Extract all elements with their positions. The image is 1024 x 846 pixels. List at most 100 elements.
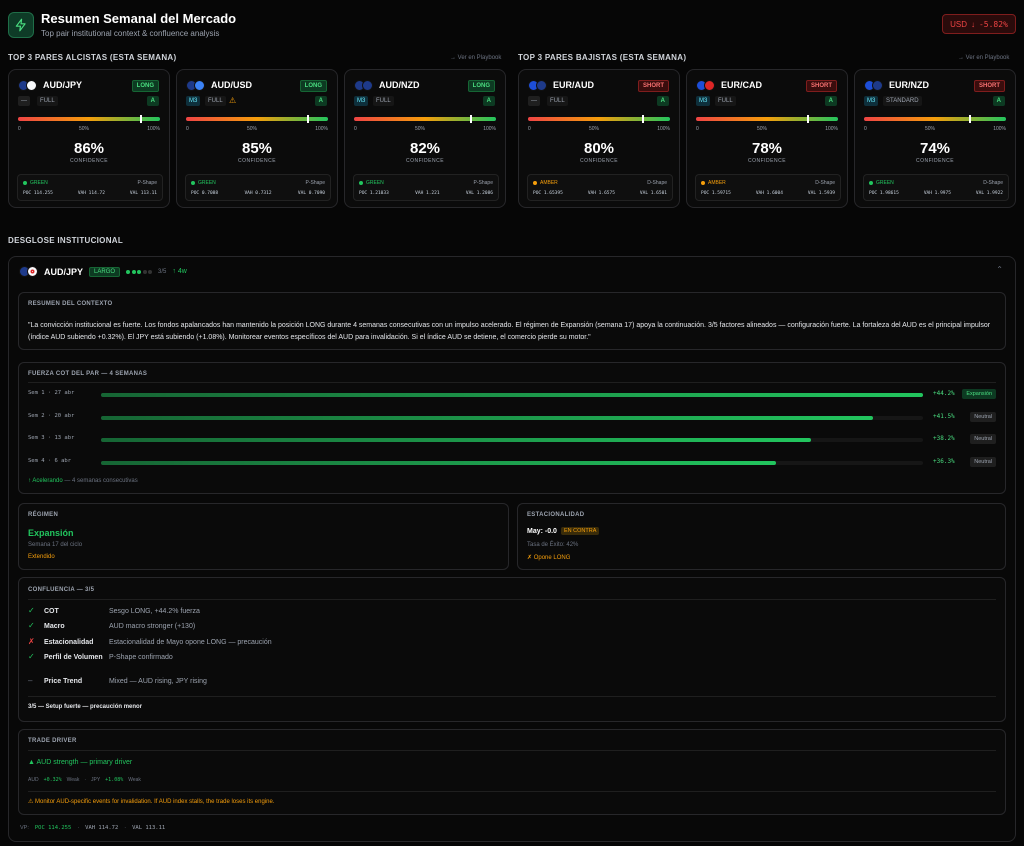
confidence-label: CONFIDENCE bbox=[405, 158, 445, 164]
vah-value: VAH 114.72 bbox=[77, 191, 105, 196]
flag-icon bbox=[704, 80, 715, 91]
confluence-desc: Estacionalidad de Mayo opone LONG — prec… bbox=[109, 639, 272, 646]
signal-label: GREEN bbox=[30, 180, 48, 186]
setup-type: FULL bbox=[205, 96, 226, 106]
chevron-up-icon[interactable]: ⌃ bbox=[996, 265, 1003, 274]
vah-value: VAH 1.9975 bbox=[923, 191, 951, 196]
driver-indices: AUD +0.32% Weak · JPY +1.08% Weak bbox=[28, 777, 141, 783]
direction-badge: LONG bbox=[467, 80, 495, 92]
poc-value: POC 1.98615 bbox=[869, 191, 899, 196]
institutional-header[interactable]: AUD/JPY LARGO 3/5 ↑ 4w bbox=[19, 266, 187, 277]
bar-ticks: 0 50% 100% bbox=[528, 126, 670, 132]
confidence-bar bbox=[864, 115, 1006, 123]
season-rate: Tasa de Éxito: 42% bbox=[527, 542, 579, 548]
confluence-factor: Estacionalidad bbox=[44, 639, 94, 646]
pair-card-aud-jpy[interactable]: AUD/JPY LONG — FULL A 0 50% 100% 86% CONFI… bbox=[8, 69, 170, 208]
profile-shape: P-Shape bbox=[473, 180, 493, 186]
confluence-desc: Mixed — AUD rising, JPY rising bbox=[109, 678, 207, 685]
jpy-key: JPY bbox=[91, 777, 101, 783]
usd-change: -5.82% bbox=[978, 19, 1008, 29]
inst-pair: AUD/JPY bbox=[44, 266, 84, 277]
pair-card-aud-usd[interactable]: AUD/USD LONG M3 FULL ⚠ A 0 50% 100% 85% CO… bbox=[176, 69, 338, 208]
confidence-value: 74% bbox=[919, 140, 951, 157]
volume-profile: AMBER D-Shape POC 1.59715 VAH 1.6004 VAL… bbox=[695, 174, 841, 201]
confluence-desc: AUD macro stronger (+130) bbox=[109, 623, 196, 630]
cot-value: +41.5% bbox=[933, 412, 955, 420]
volume-profile: GREEN P-Shape POC 0.7088 VAH 0.7312 VAL … bbox=[185, 174, 331, 201]
signal: GREEN bbox=[359, 180, 384, 186]
pair-card-eur-aud[interactable]: EUR/AUD SHORT — FULL A 0 50% 100% 80% CONF… bbox=[518, 69, 680, 208]
confidence-bar bbox=[18, 115, 160, 123]
header: Resumen Semanal del Mercado Top pair ins… bbox=[0, 0, 1024, 48]
regime-card: RÉGIMEN Expansión Semana 17 del ciclo Ex… bbox=[18, 503, 509, 570]
val-value: VAL 1.5939 bbox=[807, 191, 835, 196]
bar-ticks: 0 50% 100% bbox=[354, 126, 496, 132]
pair-card-aud-nzd[interactable]: AUD/NZD LONG M3 FULL A 0 50% 100% 82% CONF… bbox=[344, 69, 506, 208]
grade-badge: A bbox=[314, 96, 327, 106]
signal-dot-icon bbox=[701, 181, 705, 185]
dash-icon: – bbox=[28, 676, 33, 685]
confidence-label: CONFIDENCE bbox=[237, 158, 277, 164]
pair-card-eur-nzd[interactable]: EUR/NZD SHORT M3 STANDARD A 0 50% 100% 74%… bbox=[854, 69, 1016, 208]
levels: POC 1.65395 VAH 1.6575 VAL 1.6501 bbox=[533, 191, 667, 196]
pair-flags bbox=[186, 80, 205, 91]
val-value: VAL 1.2086 bbox=[465, 191, 493, 196]
bar-ticks: 0 50% 100% bbox=[18, 126, 160, 132]
pair-flags bbox=[19, 266, 38, 277]
poc-value: POC 114.255 bbox=[23, 191, 53, 196]
cot-week: Sem 2 · 20 abr bbox=[28, 412, 75, 419]
confluence-row: ✓ Macro AUD macro stronger (+130) bbox=[28, 621, 195, 632]
page-title: Resumen Semanal del Mercado bbox=[41, 11, 237, 26]
signal-dot-icon bbox=[869, 181, 873, 185]
season-label: ESTACIONALIDAD bbox=[527, 512, 585, 518]
volume-profile: GREEN P-Shape POC 1.21033 VAH 1.221 VAL … bbox=[353, 174, 499, 201]
vah-value: VAH 0.7312 bbox=[244, 191, 272, 196]
confluence-factor: Perfil de Volumen bbox=[44, 654, 103, 661]
inst-score: 3/5 bbox=[158, 268, 167, 275]
signal-label: GREEN bbox=[876, 180, 894, 186]
cot-state: Neutral bbox=[970, 411, 996, 422]
bullish-playbook-link[interactable]: → Ver en Playbook bbox=[450, 55, 501, 61]
confidence-bar bbox=[354, 115, 496, 123]
profile-shape: D-Shape bbox=[647, 180, 667, 186]
pair-flags bbox=[528, 80, 547, 91]
usd-badge[interactable]: USD ↓ -5.82% bbox=[942, 14, 1016, 34]
pair-card-eur-cad[interactable]: EUR/CAD SHORT M3 FULL A 0 50% 100% 78% CON… bbox=[686, 69, 848, 208]
check-icon: ✓ bbox=[28, 652, 35, 661]
season-opposes: ✗ Opone LONG bbox=[527, 555, 571, 561]
pair-name: AUD/JPY bbox=[43, 80, 83, 90]
signal-dot-icon bbox=[23, 181, 27, 185]
cot-bar bbox=[101, 393, 923, 397]
confidence-bar bbox=[528, 115, 670, 123]
flag-icon bbox=[362, 80, 373, 91]
poc-value: POC 0.7088 bbox=[191, 191, 219, 196]
pair-name: AUD/USD bbox=[211, 80, 253, 90]
grade-badge: A bbox=[992, 96, 1005, 106]
confluence-factor: COT bbox=[44, 608, 59, 615]
model-tag: M3 bbox=[354, 96, 369, 106]
profile-shape: P-Shape bbox=[137, 180, 157, 186]
confluence-row: – Price Trend Mixed — AUD rising, JPY ri… bbox=[28, 676, 207, 687]
signal: GREEN bbox=[191, 180, 216, 186]
cot-bar bbox=[101, 438, 923, 442]
confidence-label: CONFIDENCE bbox=[69, 158, 109, 164]
confluence-row: ✓ Perfil de Volumen P-Shape confirmado bbox=[28, 652, 173, 663]
check-icon: ✓ bbox=[28, 606, 35, 615]
pair-name: EUR/AUD bbox=[553, 80, 595, 90]
bearish-playbook-link[interactable]: → Ver en Playbook bbox=[958, 55, 1009, 61]
trade-driver-card: TRADE DRIVER ▲ AUD strength — primary dr… bbox=[18, 729, 1006, 815]
season-value: May: -0.0 bbox=[527, 527, 557, 535]
poc-value: POC 1.59715 bbox=[701, 191, 731, 196]
confluence-factor: Price Trend bbox=[44, 678, 83, 685]
cot-state: Neutral bbox=[970, 434, 996, 444]
grade-badge: A bbox=[482, 96, 495, 106]
vah-value: VAH 1.221 bbox=[415, 191, 440, 196]
confidence-marker bbox=[140, 115, 143, 123]
flag-icon bbox=[194, 80, 205, 91]
cot-week: Sem 1 · 27 abr bbox=[28, 390, 75, 396]
vah-value: VAH 1.6575 bbox=[587, 191, 615, 196]
signal: AMBER bbox=[533, 180, 558, 186]
signal-dot-icon bbox=[359, 181, 363, 185]
confidence-bar bbox=[186, 115, 328, 123]
levels: POC 114.255 VAH 114.72 VAL 113.11 bbox=[23, 191, 157, 196]
